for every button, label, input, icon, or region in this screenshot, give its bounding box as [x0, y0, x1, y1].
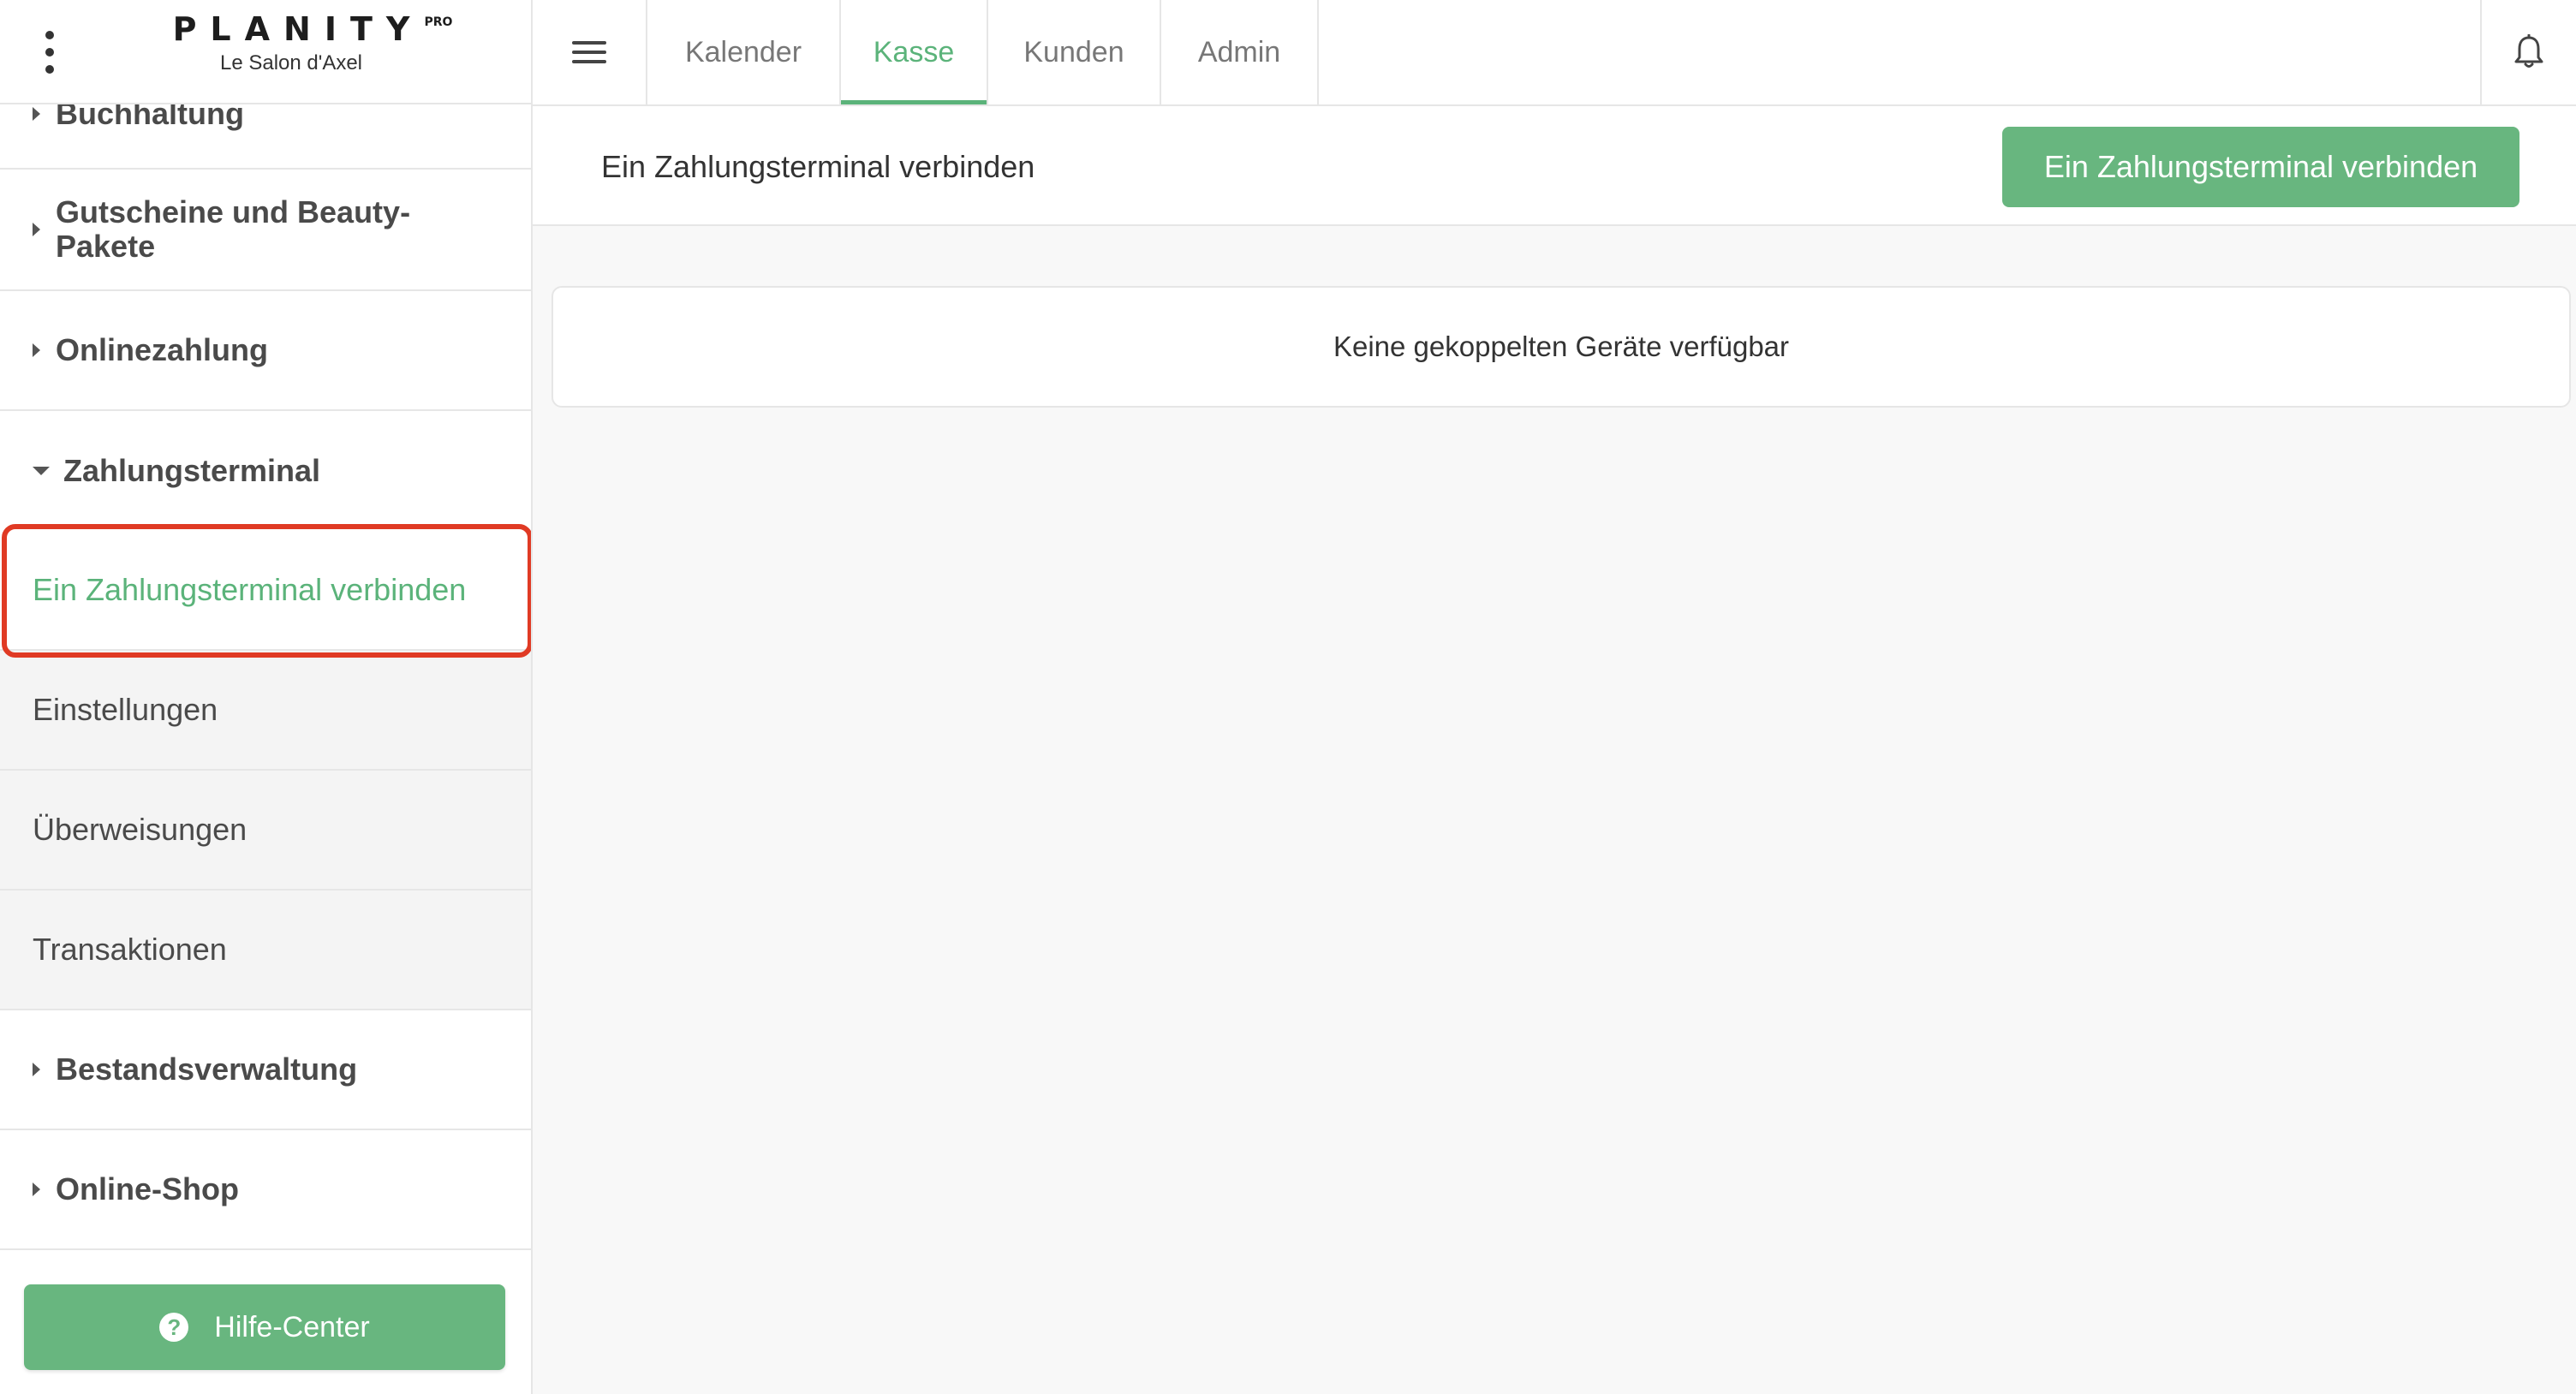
logo: PLANITY PRO Le Salon d'Axel — [154, 10, 453, 75]
tab-admin[interactable]: Admin — [1161, 0, 1319, 104]
sidebar-subitem-label: Ein Zahlungsterminal verbinden — [33, 572, 467, 607]
notifications-button[interactable] — [2480, 0, 2576, 104]
sidebar: Buchhaltung Gutscheine und Beauty-Pakete… — [0, 0, 533, 1394]
tab-kunden[interactable]: Kunden — [988, 0, 1161, 104]
tab-kasse[interactable]: Kasse — [841, 0, 988, 104]
caret-right-icon — [33, 343, 40, 357]
brand-header: PLANITY PRO Le Salon d'Axel — [0, 0, 531, 104]
caret-right-icon — [33, 107, 40, 121]
tab-kalender[interactable]: Kalender — [647, 0, 841, 104]
help-center-button[interactable]: ? Hilfe-Center — [24, 1284, 505, 1370]
empty-state-message: Keine gekoppelten Geräte verfügbar — [1333, 331, 1790, 362]
tab-label: Kalender — [684, 35, 802, 69]
sidebar-subitem-label: Einstellungen — [33, 692, 218, 727]
hamburger-menu-icon[interactable] — [533, 0, 647, 104]
sidebar-subitem-einstellungen[interactable]: Einstellungen — [0, 651, 531, 771]
tab-label: Kasse — [873, 35, 955, 69]
sidebar-item-label: Zahlungsterminal — [63, 453, 321, 488]
logo-text: PLANITY — [172, 10, 424, 48]
sidebar-item-zahlungsterminal[interactable]: Zahlungsterminal — [0, 411, 531, 531]
kebab-menu-icon[interactable] — [39, 31, 60, 74]
tab-label: Admin — [1197, 35, 1281, 69]
caret-right-icon — [33, 1063, 40, 1076]
sidebar-item-label: Onlinezahlung — [56, 332, 268, 367]
caret-right-icon — [33, 1183, 40, 1196]
tab-label: Kunden — [1023, 35, 1124, 69]
top-navigation: Kalender Kasse Kunden Admin — [533, 0, 2576, 106]
sidebar-item-online-shop[interactable]: Online-Shop — [0, 1130, 531, 1250]
sidebar-item-bestandsverwaltung[interactable]: Bestandsverwaltung — [0, 1010, 531, 1130]
page-header: Ein Zahlungsterminal verbinden Ein Zahlu… — [533, 106, 2576, 226]
sidebar-item-onlinezahlung[interactable]: Onlinezahlung — [0, 291, 531, 411]
sidebar-item-label: Bestandsverwaltung — [56, 1051, 358, 1087]
page-title: Ein Zahlungsterminal verbinden — [601, 149, 1035, 184]
logo-badge: PRO — [424, 15, 453, 29]
connect-terminal-label: Ein Zahlungsterminal verbinden — [2043, 149, 2478, 184]
bell-icon — [2514, 34, 2543, 68]
help-center-label: Hilfe-Center — [214, 1310, 370, 1343]
sidebar-subitem-label: Transaktionen — [33, 932, 227, 967]
sidebar-subitem-ueberweisungen[interactable]: Überweisungen — [0, 771, 531, 891]
sidebar-item-label: Gutscheine und Beauty-Pakete — [56, 194, 411, 264]
devices-card: Keine gekoppelten Geräte verfügbar — [552, 286, 2571, 408]
sidebar-subitem-transaktionen[interactable]: Transaktionen — [0, 891, 531, 1010]
caret-right-icon — [33, 223, 40, 236]
caret-down-icon — [33, 467, 50, 475]
question-circle-icon: ? — [159, 1313, 189, 1342]
sidebar-subitem-label: Überweisungen — [33, 812, 247, 847]
connect-terminal-button[interactable]: Ein Zahlungsterminal verbinden — [2002, 127, 2519, 207]
sidebar-item-label: Online-Shop — [56, 1171, 239, 1206]
sidebar-item-gutscheine[interactable]: Gutscheine und Beauty-Pakete — [0, 170, 531, 291]
salon-name: Le Salon d'Axel — [219, 51, 363, 74]
sidebar-subitem-connect-terminal[interactable]: Ein Zahlungsterminal verbinden — [0, 531, 531, 651]
